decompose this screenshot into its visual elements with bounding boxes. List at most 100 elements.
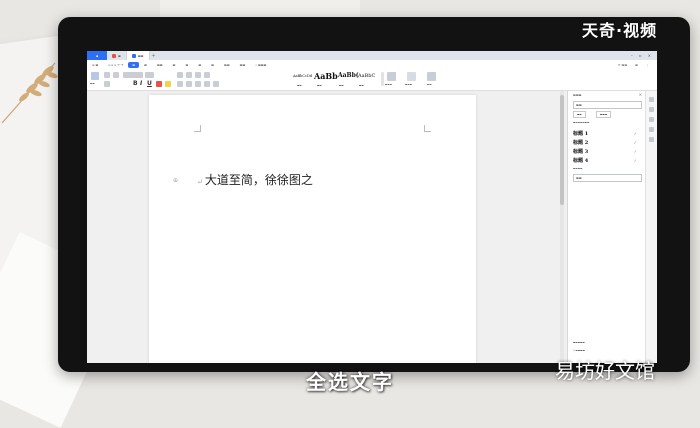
style-item-heading4[interactable]: 标题 4 ✓ — [573, 156, 637, 164]
new-style-button[interactable]: ▬▬ — [573, 111, 586, 118]
bullets-button[interactable] — [177, 72, 183, 78]
paste-label: ▬▬ — [90, 82, 95, 85]
numbering-button[interactable] — [186, 72, 192, 78]
style-preview-body[interactable]: AaBbCcDd — [293, 74, 312, 78]
find-replace-button[interactable] — [407, 72, 416, 81]
font-color-button[interactable] — [156, 81, 162, 87]
close-pane-icon[interactable]: × — [639, 92, 642, 97]
style-caption-h3: ▬▬ — [359, 84, 364, 87]
menu-member[interactable]: ▬▬ — [235, 63, 251, 67]
format-painter-button[interactable] — [113, 72, 119, 78]
menu-view[interactable]: ▬ — [193, 63, 206, 67]
document-body[interactable]: ↵ 大道至简，徐徐图之 — [197, 171, 313, 188]
style-preview-heading1[interactable]: AaBb — [314, 71, 338, 81]
highlight-button[interactable] — [165, 81, 171, 87]
justify-button[interactable] — [204, 81, 210, 87]
paragraph-mark-icon: ↵ — [197, 178, 203, 186]
select-label: ▬▬ — [427, 83, 432, 86]
scrollbar-thumb[interactable] — [560, 95, 564, 205]
vertical-scrollbar[interactable] — [560, 91, 564, 363]
side-tool-icon[interactable] — [649, 107, 654, 112]
menu-start[interactable]: ▬ — [128, 61, 140, 68]
page-corner-mark — [424, 125, 431, 132]
preview-option[interactable]: ▬▬▬▬▬ — [573, 341, 585, 344]
menubar-right: ⟳ ▬▬ ▬ ⋮ — [618, 63, 657, 67]
search-command[interactable]: ⌕ ▬▬▬ — [250, 63, 271, 67]
underline-button[interactable]: U — [147, 81, 152, 87]
display-style-select[interactable]: ▬▬ — [573, 174, 642, 182]
hide-pane-option[interactable]: ▫ ▬▬▬▬ — [573, 349, 585, 352]
style-item-label: 标题 3 — [573, 148, 589, 155]
home-tab[interactable]: ▪ — [87, 51, 107, 60]
align-right-button[interactable] — [195, 81, 201, 87]
menu-reference[interactable]: ▬ — [168, 63, 181, 67]
document-page[interactable]: ⊕ ↵ 大道至简，徐徐图之 — [149, 95, 476, 363]
paragraph-handle-icon[interactable]: ⊕ — [173, 177, 178, 184]
menu-review[interactable]: ▬ — [180, 63, 193, 67]
outdent-button[interactable] — [204, 72, 210, 78]
paste-button[interactable] — [91, 72, 99, 80]
side-tool-icon[interactable] — [649, 117, 654, 122]
cut-button[interactable] — [104, 72, 110, 78]
style-item-label: 标题 2 — [573, 139, 589, 146]
align-center-button[interactable] — [186, 81, 192, 87]
italic-button[interactable]: I — [140, 81, 142, 87]
tab-bar: ▪ ▬ ▬▬ + – ▫ × — [87, 51, 657, 60]
tab-document-label: ▬▬ — [137, 53, 144, 58]
current-style-select[interactable]: ▬▬ — [573, 101, 642, 109]
find-replace-label: ▬▬▬ — [405, 83, 413, 86]
text-tools-button[interactable] — [387, 72, 396, 81]
font-size-select[interactable] — [145, 72, 154, 78]
tab-document[interactable]: ▬▬ — [126, 51, 150, 60]
clear-format-button[interactable]: ▬▬▬ — [596, 111, 612, 118]
side-tool-icon[interactable] — [649, 97, 654, 102]
text-tools-label: ▬▬▬ — [385, 83, 393, 86]
minimize-icon[interactable]: – — [631, 53, 633, 58]
more-icon[interactable]: ⋮ — [646, 63, 649, 67]
line-spacing-button[interactable] — [213, 81, 219, 87]
new-tab-button[interactable]: + — [150, 51, 158, 60]
tab-wps[interactable]: ▬ — [107, 51, 127, 60]
styles-pane: ▬▬▬ × ▬▬ ▬▬ ▬▬▬ ▬▬▬▬▬▬▬ 标题 1 ✓ 标题 2 ✓ 标题 3… — [567, 91, 646, 363]
menu-insert[interactable]: ▬ — [139, 63, 152, 67]
wps-icon — [112, 53, 116, 58]
styles-expand[interactable] — [381, 72, 384, 86]
style-item-label: 标题 1 — [573, 130, 589, 137]
style-item-heading2[interactable]: 标题 2 ✓ — [573, 138, 637, 146]
menu-page-layout[interactable]: ▬▬ — [152, 63, 168, 67]
quick-access[interactable]: ▫ ▫ ▫ ↶ ↷ — [103, 63, 128, 67]
menu-chapter[interactable]: ▬ — [206, 63, 219, 67]
side-toolbar — [645, 91, 657, 363]
monitor: ▪ ▬ ▬▬ + – ▫ × ≡ ▬ ▫ ▫ ▫ ↶ ↷ ▬ ▬ ▬▬ ▬ ▬ … — [58, 17, 690, 372]
align-left-button[interactable] — [177, 81, 183, 87]
style-item-heading3[interactable]: 标题 3 ✓ — [573, 147, 637, 155]
document-text[interactable]: 大道至简，徐徐图之 — [205, 173, 313, 187]
close-icon[interactable]: × — [648, 53, 651, 58]
home-icon: ▪ — [95, 53, 99, 58]
menu-developer[interactable]: ▬▬ — [219, 63, 235, 67]
side-tool-icon[interactable] — [649, 127, 654, 132]
style-preview-heading2[interactable]: AaBb( — [338, 72, 359, 79]
share-button[interactable]: ▬ — [635, 63, 638, 67]
page-corner-mark — [194, 125, 201, 132]
style-preview-heading3[interactable]: AaBbC — [358, 73, 375, 79]
indent-button[interactable] — [195, 72, 201, 78]
file-menu[interactable]: ≡ ▬ — [87, 63, 103, 67]
check-icon: ✓ — [633, 148, 637, 154]
plus-icon: + — [151, 52, 156, 59]
font-name-select[interactable] — [123, 72, 143, 78]
maximize-icon[interactable]: ▫ — [639, 53, 642, 58]
sync-status[interactable]: ⟳ ▬▬ — [618, 63, 627, 67]
display-label: ▬▬▬▬ — [573, 167, 583, 170]
bold-button[interactable]: B — [133, 81, 138, 87]
side-tool-icon[interactable] — [649, 137, 654, 142]
wheat-decoration — [1, 62, 58, 124]
check-icon: ✓ — [633, 157, 637, 163]
style-caption-h1: ▬▬ — [317, 84, 322, 87]
check-icon: ✓ — [633, 139, 637, 145]
tab-wps-label: ▬ — [118, 53, 121, 58]
select-button[interactable] — [427, 72, 436, 81]
style-caption-body: ▬▬ — [297, 84, 302, 87]
copy-button[interactable] — [104, 81, 110, 87]
style-item-heading1[interactable]: 标题 1 ✓ — [573, 129, 637, 137]
